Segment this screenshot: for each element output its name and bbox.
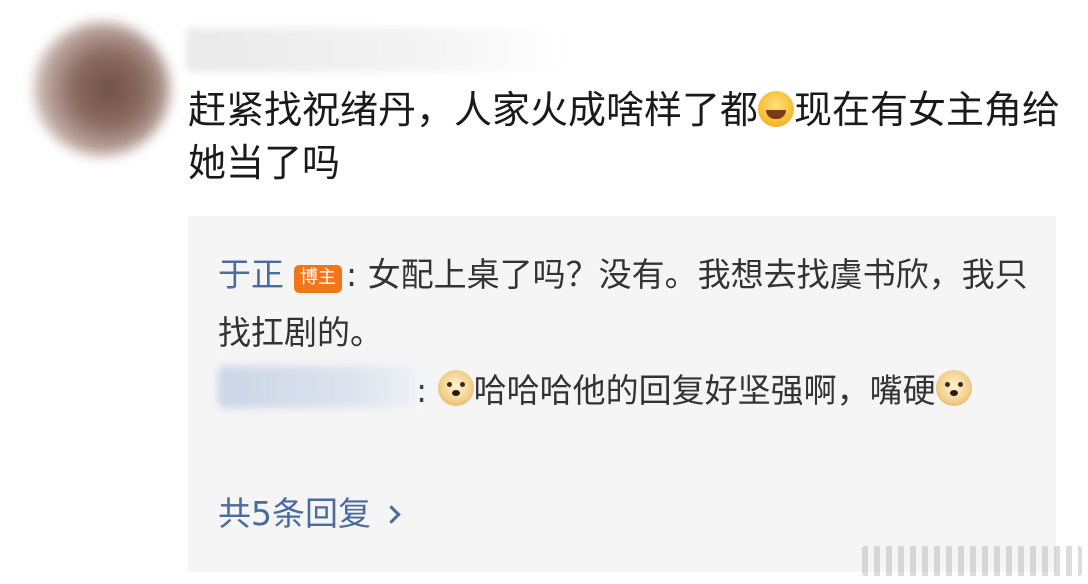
blurred-username[interactable]	[186, 28, 566, 72]
reply-item[interactable]: : 哈哈哈他的回复好坚强啊，嘴硬	[218, 362, 1028, 420]
more-replies-label[interactable]: 共5条回复	[218, 494, 371, 533]
more-replies-link[interactable]: 共5条回复	[218, 492, 401, 536]
reply-separator: :	[416, 371, 428, 410]
doge-icon	[935, 370, 972, 406]
blurred-reply-author[interactable]	[218, 366, 416, 408]
reply-author[interactable]: 于正	[218, 255, 284, 294]
chevron-right-icon	[382, 505, 401, 524]
doge-icon	[437, 370, 474, 406]
comment-screen: 赶紧找祝绪丹，人家火成啥样了都 现在有女主角给她当了吗 于正 博主: 女配上桌了吗？…	[0, 0, 1088, 584]
blogger-badge: 博主	[294, 265, 342, 293]
comment-text: 赶紧找祝绪丹，人家火成啥样了都 现在有女主角给她当了吗	[188, 84, 1068, 190]
reply-box[interactable]: 于正 博主: 女配上桌了吗？没有。我想去找虞书欣，我只找扛剧的。 : 哈哈哈他的回…	[188, 216, 1056, 572]
reply-text: 哈哈哈他的回复好坚强啊，嘴硬	[473, 371, 936, 410]
reply-item[interactable]: 于正 博主: 女配上桌了吗？没有。我想去找虞书欣，我只找扛剧的。	[218, 246, 1028, 362]
reply-separator: :	[346, 255, 358, 294]
comment-text-part-1: 赶紧找祝绪丹，人家火成啥样了都	[188, 88, 759, 132]
laugh-cry-icon	[758, 91, 795, 127]
watermark	[862, 546, 1082, 576]
avatar[interactable]	[34, 22, 170, 156]
